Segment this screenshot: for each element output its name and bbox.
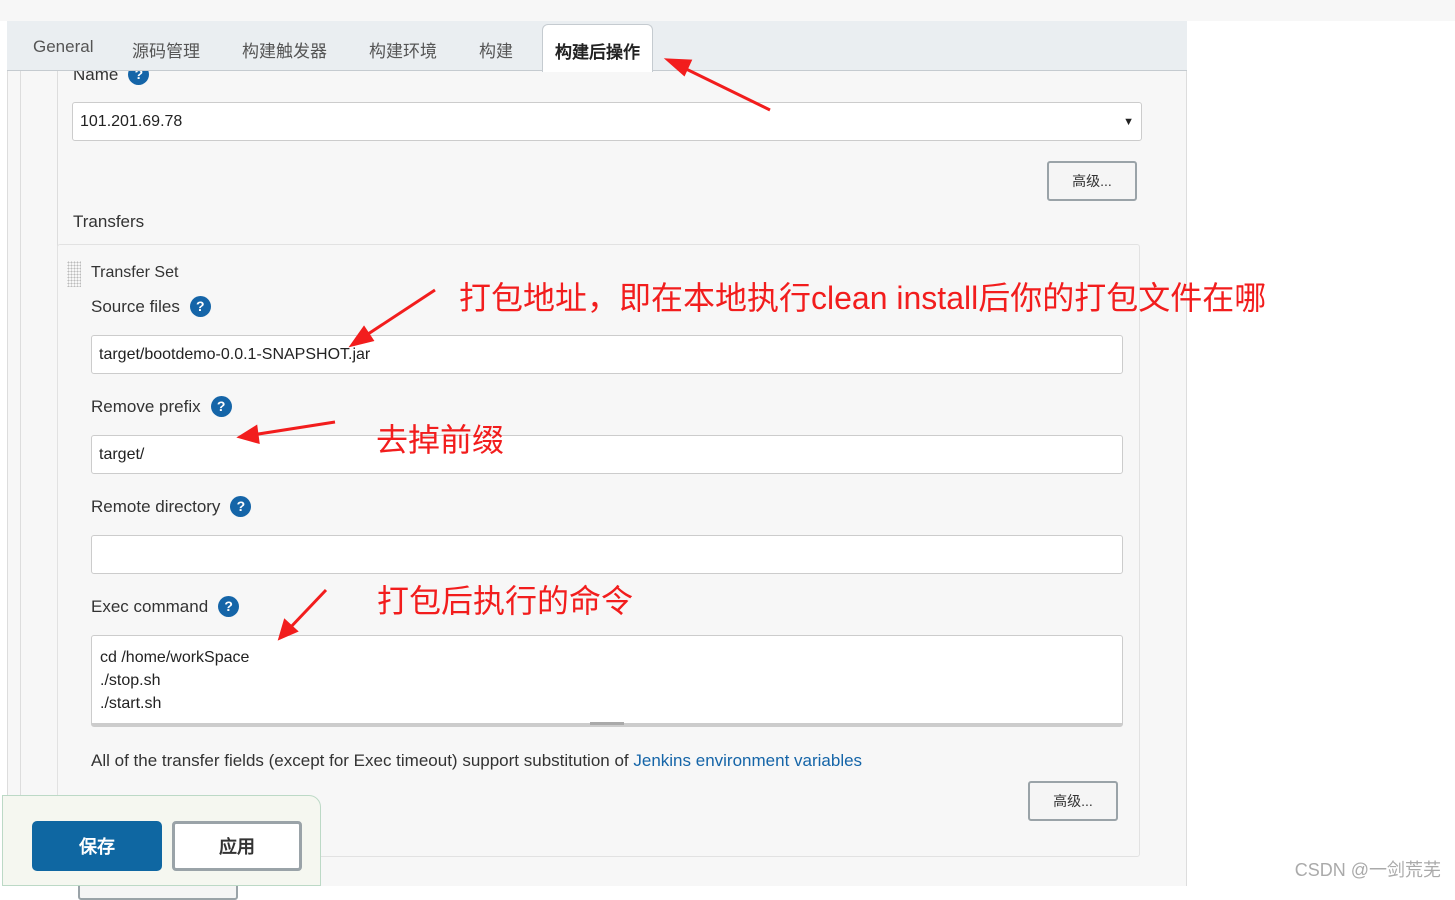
- arrow-icon: [251, 420, 336, 437]
- arrow-icon: [679, 64, 771, 112]
- annotation-arrows: [236, 58, 771, 641]
- arrow-icon: [361, 288, 436, 340]
- watermark: CSDN @一剑荒芜: [1294, 860, 1441, 880]
- arrow-head: [348, 325, 375, 348]
- arrow-icon: [286, 588, 328, 632]
- arrow-head: [663, 58, 693, 77]
- arrow-head: [236, 424, 260, 445]
